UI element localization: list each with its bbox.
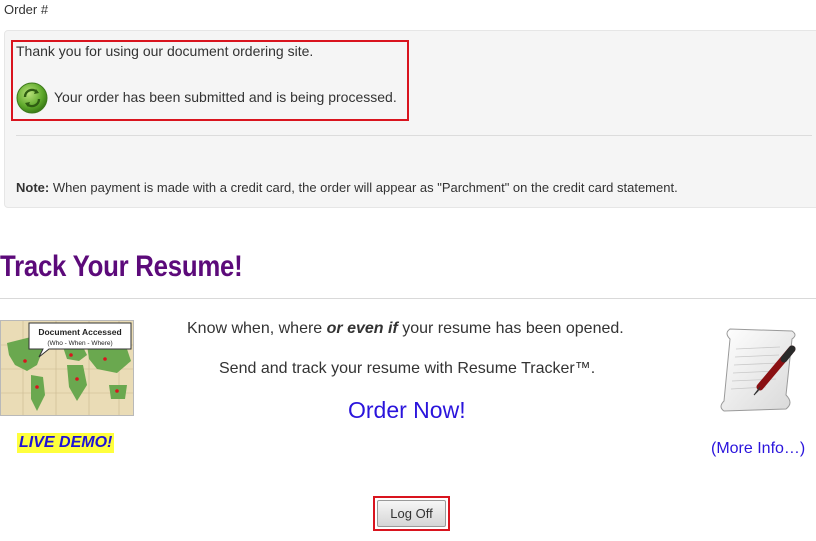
order-number-label: Order #	[4, 2, 49, 17]
track-resume-heading: Track Your Resume!	[0, 250, 243, 283]
order-status-message: Your order has been submitted and is bei…	[54, 89, 397, 105]
map-callout-subtitle: (Who - When - Where)	[47, 340, 112, 347]
tagline-part-2: your resume has been opened.	[397, 320, 624, 337]
processing-icon	[16, 82, 48, 114]
tagline-part-1: Know when, where	[187, 320, 327, 337]
order-now-link[interactable]: Order Now!	[348, 397, 466, 424]
resume-tracker-map-image[interactable]: Document Accessed (Who - When - Where)	[0, 320, 134, 416]
note-label: Note:	[16, 180, 50, 195]
scroll-pen-icon[interactable]	[716, 325, 802, 417]
thank-you-message: Thank you for using our document orderin…	[16, 43, 314, 59]
logoff-button[interactable]: Log Off	[377, 500, 446, 527]
tagline-emphasis: or even if	[326, 320, 398, 337]
section-divider	[0, 298, 816, 299]
more-info-link[interactable]: (More Info…)	[711, 440, 805, 458]
world-map-icon: Document Accessed (Who - When - Where)	[1, 321, 133, 415]
map-callout-title: Document Accessed	[38, 327, 121, 337]
panel-divider	[16, 135, 812, 136]
tracker-description: Send and track your resume with Resume T…	[219, 360, 596, 377]
payment-note: Note: When payment is made with a credit…	[16, 180, 678, 195]
live-demo-link[interactable]: LIVE DEMO!	[17, 433, 115, 453]
note-text: When payment is made with a credit card,…	[49, 180, 678, 195]
tracker-tagline: Know when, where or even if your resume …	[187, 320, 624, 338]
